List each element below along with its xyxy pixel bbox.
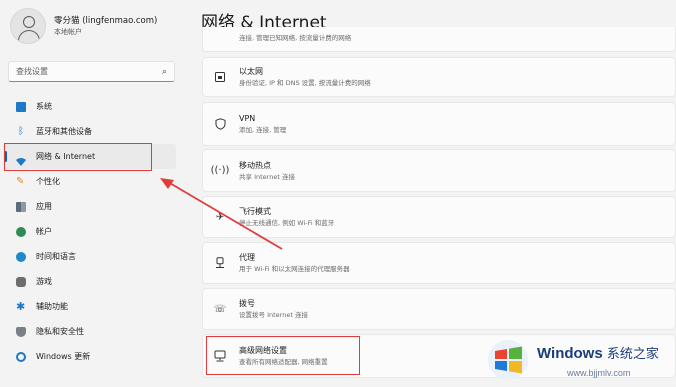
gamepad-icon xyxy=(16,276,26,287)
sidebar-item-apps[interactable]: 应用 xyxy=(3,194,176,219)
highlight-box-advanced xyxy=(206,336,360,375)
card-title: 代理 xyxy=(239,253,255,262)
sidebar-item-label: 辅助功能 xyxy=(36,302,68,311)
sidebar-item-label: 隐私和安全性 xyxy=(36,327,84,336)
watermark-title: Windows 系统之家 xyxy=(537,343,659,362)
sidebar-item-label: Windows 更新 xyxy=(36,352,91,361)
dialup-icon: ☏ xyxy=(213,303,227,315)
shield-icon xyxy=(16,326,26,337)
account-type: 本地帐户 xyxy=(54,27,82,36)
sidebar-item-bluetooth[interactable]: ᛒ 蓝牙和其他设备 xyxy=(3,119,176,144)
sidebar-item-accounts[interactable]: 帐户 xyxy=(3,219,176,244)
bluetooth-icon: ᛒ xyxy=(18,125,24,137)
windows-logo-icon xyxy=(488,340,528,380)
sidebar-item-label: 个性化 xyxy=(36,177,60,186)
sidebar-item-label: 系统 xyxy=(36,102,52,111)
monitor-icon xyxy=(16,101,26,112)
card-subtitle: 身份验证, IP 和 DNS 设置, 按流量计费的网络 xyxy=(239,79,371,87)
apps-icon xyxy=(16,201,26,212)
card-airplane-mode[interactable]: ✈ 飞行模式 停止无线通信, 例如 Wi-Fi 和蓝牙 xyxy=(202,196,676,238)
card-title: 拨号 xyxy=(239,299,255,308)
card-title: 移动热点 xyxy=(239,160,271,170)
watermark-url: www.bjjmlv.com xyxy=(567,368,631,378)
search-placeholder: 查找设置 xyxy=(16,67,48,76)
user-profile[interactable]: 零分猫 (lingfenmao.com) 本地帐户 xyxy=(10,8,157,44)
user-name: 零分猫 (lingfenmao.com) xyxy=(54,15,158,26)
vpn-shield-icon xyxy=(213,117,227,131)
card-subtitle: 连接, 管理已知网络, 按流量计费的网络 xyxy=(239,34,352,42)
search-icon[interactable]: ⌕ xyxy=(162,67,167,77)
sidebar-item-time-language[interactable]: 时间和语言 xyxy=(3,244,176,269)
avatar[interactable] xyxy=(10,8,46,44)
sidebar: 零分猫 (lingfenmao.com) 本地帐户 查找设置 ⌕ 系统 ᛒ 蓝牙… xyxy=(0,0,190,387)
sidebar-item-label: 蓝牙和其他设备 xyxy=(36,127,92,136)
card-title: 以太网 xyxy=(239,67,263,76)
card-ethernet[interactable]: 以太网 身份验证, IP 和 DNS 设置, 按流量计费的网络 xyxy=(202,57,676,97)
highlight-box-network xyxy=(4,143,152,171)
watermark-title-en: Windows xyxy=(537,345,603,362)
card-subtitle: 添加, 连接, 管理 xyxy=(239,126,287,134)
proxy-icon xyxy=(213,256,227,270)
sidebar-item-label: 游戏 xyxy=(36,277,52,286)
brush-icon: ✎ xyxy=(16,175,25,187)
ethernet-icon xyxy=(213,70,227,84)
card-proxy[interactable]: 代理 用于 Wi-Fi 和以太网连接的代理服务器 xyxy=(202,242,676,284)
clock-globe-icon xyxy=(16,251,26,262)
card-hotspot[interactable]: ((·)) 移动热点 共享 Internet 连接 xyxy=(202,149,676,192)
card-dialup[interactable]: ☏ 拨号 设置拨号 Internet 连接 xyxy=(202,288,676,330)
watermark: Windows 系统之家 www.bjjmlv.com xyxy=(487,334,676,387)
sidebar-item-personalization[interactable]: ✎ 个性化 xyxy=(3,169,176,194)
airplane-icon: ✈ xyxy=(215,211,225,223)
card-title: VPN xyxy=(239,114,256,123)
card-subtitle: 停止无线通信, 例如 Wi-Fi 和蓝牙 xyxy=(239,219,335,227)
sidebar-item-label: 应用 xyxy=(36,202,52,211)
sidebar-item-windows-update[interactable]: Windows 更新 xyxy=(3,344,176,369)
accessibility-icon: ✱ xyxy=(16,299,26,313)
sidebar-item-system[interactable]: 系统 xyxy=(3,94,176,119)
update-icon xyxy=(16,351,26,362)
sidebar-nav: 系统 ᛒ 蓝牙和其他设备 网络 & Internet ✎ 个性化 应用 帐户 时… xyxy=(3,94,176,369)
card-subtitle: 设置拨号 Internet 连接 xyxy=(239,311,308,319)
card-subtitle: 用于 Wi-Fi 和以太网连接的代理服务器 xyxy=(239,265,350,273)
wifi-icon xyxy=(213,32,227,46)
card-subtitle: 共享 Internet 连接 xyxy=(239,172,295,181)
sidebar-item-gaming[interactable]: 游戏 xyxy=(3,269,176,294)
search-input[interactable]: 查找设置 ⌕ xyxy=(8,61,175,82)
sidebar-item-accessibility[interactable]: ✱ 辅助功能 xyxy=(3,294,176,319)
account-icon xyxy=(16,226,26,237)
card-vpn[interactable]: VPN 添加, 连接, 管理 xyxy=(202,102,676,146)
card-title: 飞行模式 xyxy=(239,207,271,216)
card-wifi[interactable]: 连接, 管理已知网络, 按流量计费的网络 xyxy=(202,27,676,52)
hotspot-icon: ((·)) xyxy=(210,165,230,176)
sidebar-item-label: 时间和语言 xyxy=(36,252,76,261)
watermark-title-cn: 系统之家 xyxy=(606,346,659,361)
sidebar-item-label: 帐户 xyxy=(36,227,52,236)
sidebar-item-privacy[interactable]: 隐私和安全性 xyxy=(3,319,176,344)
